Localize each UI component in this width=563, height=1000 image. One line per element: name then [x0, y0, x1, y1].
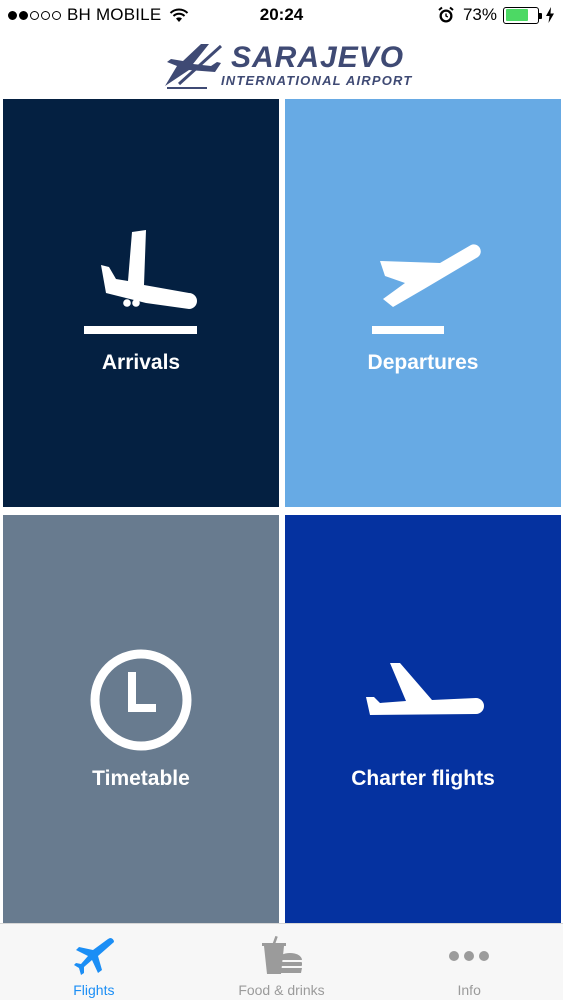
- tile-departures[interactable]: Departures: [285, 99, 561, 507]
- battery-icon: [503, 6, 542, 24]
- tile-label: Charter flights: [351, 767, 495, 790]
- tab-flights[interactable]: Flights: [0, 924, 188, 1000]
- battery-level: [505, 9, 529, 21]
- tile-timetable[interactable]: Timetable: [3, 515, 279, 923]
- tile-charter-flights[interactable]: Charter flights: [285, 515, 561, 923]
- tile-label: Arrivals: [101, 351, 181, 374]
- clock-icon: [90, 649, 192, 751]
- food-drink-icon: [261, 936, 302, 974]
- tab-label: Info: [457, 982, 481, 998]
- logo-title: SARAJEVO: [231, 41, 405, 74]
- tab-info[interactable]: Info: [375, 924, 563, 1000]
- tile-label: Timetable: [92, 767, 190, 790]
- alarm-icon: [438, 6, 454, 23]
- airport-logo-icon: [165, 44, 223, 89]
- tab-label: Flights: [73, 982, 115, 998]
- battery-cap: [539, 12, 542, 19]
- plane-icon: [73, 938, 114, 975]
- tab-label: Food & drinks: [238, 982, 325, 998]
- airport-logo: SARAJEVO INTERNATIONAL AIRPORT: [163, 40, 411, 92]
- plane-takeoff-icon: [372, 244, 481, 334]
- plane-landing-icon: [84, 230, 197, 334]
- charging-icon: [546, 7, 554, 23]
- tab-bar: Flights Food & drinks Info: [0, 923, 563, 1000]
- status-bar: BH MOBILE 20:24 73%: [0, 0, 563, 32]
- plane-icon: [366, 663, 484, 715]
- more-dots-icon: [449, 951, 490, 961]
- status-right: 73%: [437, 5, 555, 25]
- tile-label: Departures: [367, 351, 479, 374]
- tab-food-drinks[interactable]: Food & drinks: [188, 924, 376, 1000]
- battery-percent: 73%: [462, 5, 497, 24]
- logo-subtitle: INTERNATIONAL AIRPORT: [221, 73, 413, 88]
- tile-arrivals[interactable]: Arrivals: [3, 99, 279, 507]
